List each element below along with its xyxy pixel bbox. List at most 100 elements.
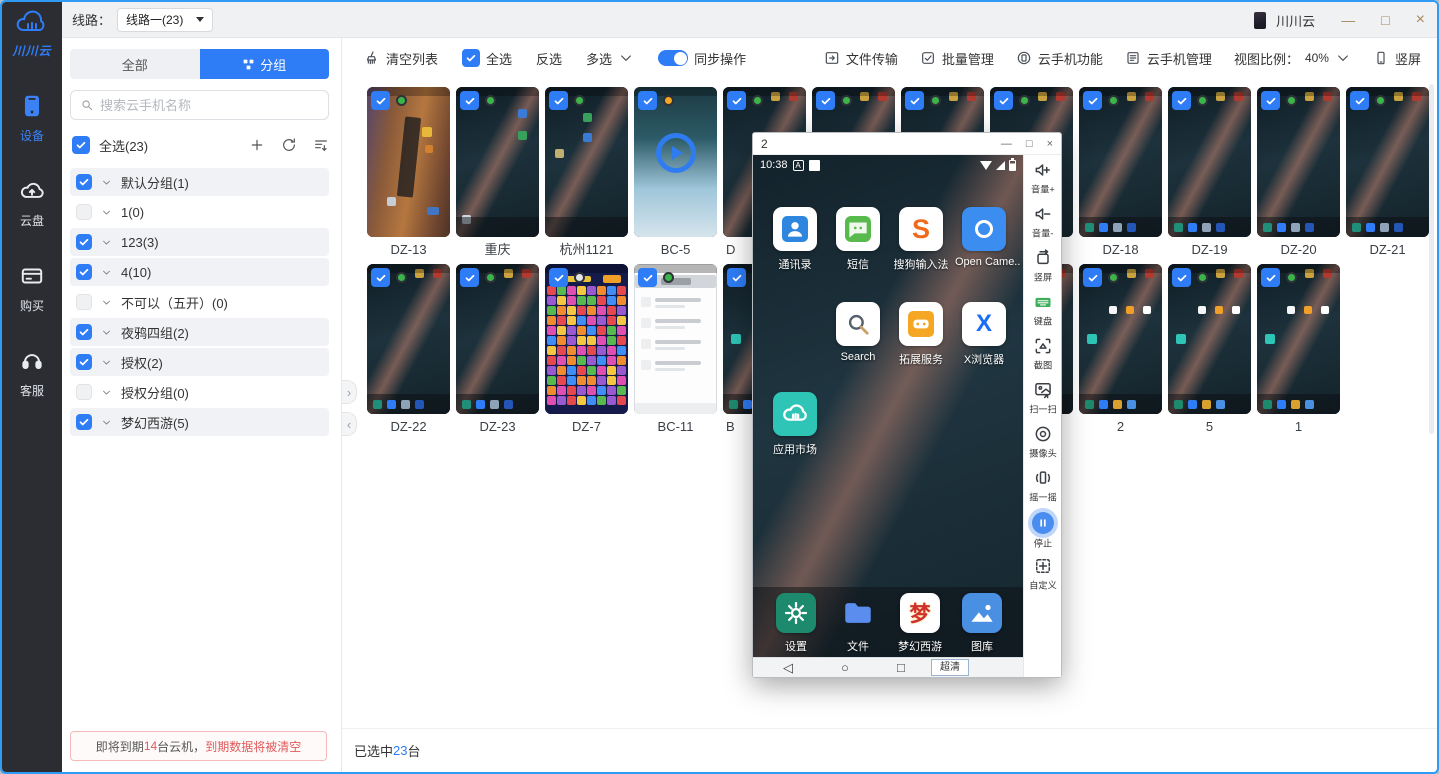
device-checkbox[interactable]	[371, 268, 390, 287]
group-checkbox[interactable]	[76, 324, 92, 340]
sidebar-item-cloud-disk[interactable]: 云盘	[19, 178, 45, 229]
line-select-dropdown[interactable]: 线路一(23)	[117, 8, 213, 32]
device-thumbnail[interactable]	[456, 87, 539, 237]
device-checkbox[interactable]	[1083, 268, 1102, 287]
device-checkbox[interactable]	[1172, 91, 1191, 110]
phone-tool-rotate[interactable]: 竖屏	[1033, 248, 1053, 292]
phone-tool-cam[interactable]: 摄像头	[1028, 424, 1058, 468]
group-checkbox[interactable]	[76, 264, 92, 280]
phone-app-contacts[interactable]: 通讯录	[766, 207, 824, 272]
device-thumbnail[interactable]	[545, 264, 628, 414]
phone-maximize-button[interactable]: □	[1026, 138, 1033, 150]
tab-all[interactable]: 全部	[70, 49, 200, 79]
phone-app-sms[interactable]: 短信	[829, 207, 887, 272]
group-row[interactable]: 授权(2)	[70, 348, 329, 376]
device-thumbnail[interactable]	[1257, 264, 1340, 414]
search-input[interactable]	[100, 98, 319, 113]
device-checkbox[interactable]	[638, 91, 657, 110]
phone-minimize-button[interactable]: —	[1001, 138, 1012, 150]
device-checkbox[interactable]	[1172, 268, 1191, 287]
close-button[interactable]: ×	[1416, 12, 1425, 28]
phone-app-sogou[interactable]: S搜狗输入法	[892, 207, 950, 272]
nav-recents-button[interactable]: □	[897, 661, 905, 674]
tab-groups[interactable]: 分组	[200, 49, 330, 79]
group-row[interactable]: 不可以（五开）(0)	[70, 288, 329, 316]
dock-app-gallery[interactable]: 图库	[953, 593, 1011, 654]
device-checkbox[interactable]	[549, 91, 568, 110]
device-checkbox[interactable]	[1261, 268, 1280, 287]
phone-window-titlebar[interactable]: 2 — □ ×	[753, 133, 1061, 155]
invert-select-button[interactable]: 反选	[536, 49, 562, 68]
phone-app-xbrowser[interactable]: XX浏览器	[955, 302, 1013, 367]
device-checkbox[interactable]	[549, 268, 568, 287]
device-checkbox[interactable]	[460, 91, 479, 110]
sidebar-item-card[interactable]: 购买	[19, 263, 45, 314]
dock-app-settings[interactable]: 设置	[767, 593, 825, 654]
group-checkbox[interactable]	[76, 294, 92, 310]
device-thumbnail[interactable]	[1346, 87, 1429, 237]
nav-back-button[interactable]: ◁	[783, 661, 793, 674]
group-row[interactable]: 梦幻西游(5)	[70, 408, 329, 436]
clear-list-button[interactable]: 清空列表	[364, 49, 438, 68]
group-checkbox[interactable]	[76, 414, 92, 430]
device-thumbnail[interactable]	[1079, 264, 1162, 414]
group-checkbox[interactable]	[76, 204, 92, 220]
device-checkbox[interactable]	[727, 268, 746, 287]
refresh-icon[interactable]	[281, 137, 297, 153]
group-row[interactable]: 123(3)	[70, 228, 329, 256]
sync-toggle[interactable]	[658, 50, 688, 66]
phone-close-button[interactable]: ×	[1047, 138, 1053, 150]
device-thumbnail[interactable]	[634, 87, 717, 237]
phone-app-ext[interactable]: 拓展服务	[892, 302, 950, 367]
device-checkbox[interactable]	[1261, 91, 1280, 110]
group-row[interactable]: 夜鸦四组(2)	[70, 318, 329, 346]
group-row[interactable]: 1(0)	[70, 198, 329, 226]
phone-screen[interactable]: 10:38 A 通讯录短信S搜狗输入法Open Came..Search拓展服务…	[753, 155, 1023, 677]
device-thumbnail[interactable]	[1079, 87, 1162, 237]
cloud-phone-mgmt-button[interactable]: 云手机管理	[1125, 49, 1212, 68]
dock-app-files[interactable]: 文件	[829, 593, 887, 654]
device-checkbox[interactable]	[460, 268, 479, 287]
group-checkbox[interactable]	[76, 384, 92, 400]
portrait-button[interactable]: 竖屏	[1373, 49, 1421, 68]
group-row[interactable]: 授权分组(0)	[70, 378, 329, 406]
phone-tool-volm[interactable]: 音量-	[1031, 204, 1054, 248]
device-checkbox[interactable]	[1350, 91, 1369, 110]
group-checkbox[interactable]	[76, 234, 92, 250]
sidebar-item-phone[interactable]: 设备	[19, 93, 45, 144]
grid-scrollbar[interactable]	[1429, 84, 1434, 434]
select-all-toolbar[interactable]: 全选	[462, 49, 512, 68]
phone-tool-shake[interactable]: 摇一摇	[1028, 468, 1058, 512]
phone-tool-shot[interactable]: 截图	[1033, 336, 1053, 380]
group-checkbox[interactable]	[76, 354, 92, 370]
device-thumbnail[interactable]	[367, 264, 450, 414]
maximize-button[interactable]: □	[1381, 13, 1389, 27]
device-thumbnail[interactable]	[1257, 87, 1340, 237]
device-checkbox[interactable]	[816, 91, 835, 110]
batch-mgmt-button[interactable]: 批量管理	[920, 49, 994, 68]
phone-tool-custom[interactable]: 自定义	[1028, 556, 1058, 600]
phone-tool-scan[interactable]: 扫一扫	[1028, 380, 1058, 424]
view-ratio-dropdown[interactable]: 视图比例： 40%	[1234, 49, 1351, 68]
device-thumbnail[interactable]	[1168, 264, 1251, 414]
quality-selector[interactable]: 超清	[931, 659, 969, 676]
group-checkbox[interactable]	[76, 174, 92, 190]
device-thumbnail[interactable]	[634, 264, 717, 414]
device-checkbox[interactable]	[1083, 91, 1102, 110]
select-all-checkbox[interactable]	[72, 136, 90, 154]
sidebar-item-headset[interactable]: 客服	[19, 348, 45, 399]
phone-tool-volp[interactable]: 音量+	[1030, 160, 1056, 204]
phone-tool-kbd[interactable]: 键盘	[1033, 292, 1053, 336]
phone-app-store[interactable]: 应用市场	[766, 392, 824, 457]
phone-app-camera[interactable]: Open Came..	[955, 207, 1013, 268]
toolbar-select-all-checkbox[interactable]	[462, 49, 480, 67]
minimize-button[interactable]: —	[1341, 13, 1355, 27]
collapse-list-icon[interactable]	[313, 137, 329, 153]
device-thumbnail[interactable]	[367, 87, 450, 237]
file-transfer-button[interactable]: 文件传输	[824, 49, 898, 68]
nav-home-button[interactable]: ○	[841, 661, 849, 674]
dock-app-mhxy[interactable]: 梦梦幻西游	[891, 593, 949, 654]
phone-tool-stop[interactable]: 停止	[1032, 512, 1054, 556]
device-checkbox[interactable]	[638, 268, 657, 287]
add-group-icon[interactable]	[249, 137, 265, 153]
